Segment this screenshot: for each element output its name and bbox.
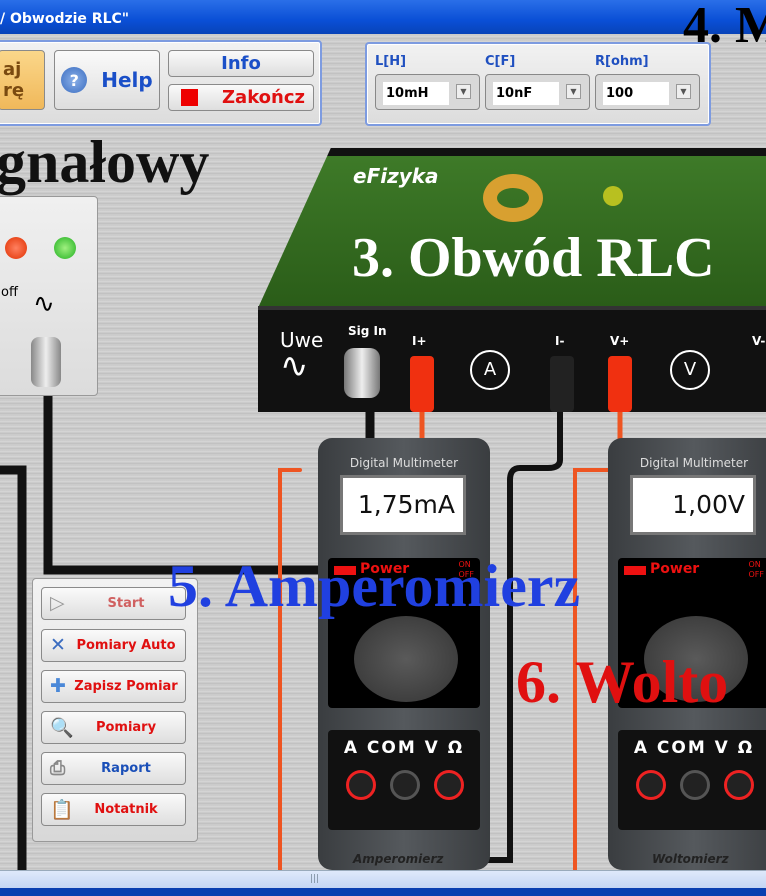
horizontal-scrollbar[interactable]: ||| (0, 870, 766, 888)
help-button[interactable]: ? Help (54, 50, 160, 110)
measurements-label: Pomiary (95, 720, 157, 735)
v-plus-label: V+ (610, 334, 630, 348)
sine-icon: ∿ (33, 289, 55, 319)
v-plus-jack[interactable] (608, 356, 632, 412)
help-icon: ? (61, 67, 88, 93)
tools-icon: ✕ (50, 634, 66, 656)
auto-measure-button[interactable]: ✕ Pomiary Auto (41, 629, 186, 662)
inductance-value: 10mH (383, 82, 449, 105)
sine-icon: ∿ (280, 346, 309, 386)
meter-header: Digital Multimeter (349, 456, 459, 470)
i-minus-jack[interactable] (550, 356, 574, 412)
plus-icon: ✚ (50, 675, 66, 697)
ground-cable (0, 465, 27, 885)
sig-in-label: Sig In (348, 324, 387, 338)
meter-jacks: A COM V Ω (328, 730, 480, 830)
orange-button-line1: aj (3, 59, 22, 80)
logo: eFizyka (353, 164, 439, 188)
capacitance-value: 10nF (493, 82, 559, 105)
window-title: / Obwodzie RLC" (0, 11, 130, 27)
jack-labels: A COM V Ω (343, 738, 465, 758)
range-knob[interactable] (354, 616, 458, 702)
meter-jacks: A COM V Ω (618, 730, 766, 830)
i-minus-label: I- (555, 334, 565, 348)
window-bottom-border (0, 888, 766, 896)
capacitor (603, 186, 623, 206)
label-ammeter: 5. Amperomierz (168, 553, 581, 619)
inductor-coil (483, 174, 543, 222)
title-bar: / Obwodzie RLC" (0, 0, 766, 34)
bnc-connector[interactable] (31, 337, 61, 387)
red-light-icon (5, 237, 27, 259)
info-label: Info (221, 53, 261, 74)
auto-measure-label: Pomiary Auto (76, 638, 176, 653)
save-measurement-button[interactable]: ✚ Zapisz Pomiar (41, 670, 186, 703)
measurements-button[interactable]: 🔍 Pomiary (41, 711, 186, 744)
jack-com[interactable] (680, 770, 710, 800)
resistance-label: R[ohm] (595, 54, 649, 69)
play-icon: ▷ (50, 592, 65, 614)
ammeter: Digital Multimeter 1,75mA Power ON OFF A … (318, 438, 490, 870)
chevron-down-icon[interactable]: ▼ (676, 84, 691, 99)
power-label: Power (650, 561, 700, 577)
jack-v-ohm[interactable] (724, 770, 754, 800)
ammeter-caption: Amperomierz (353, 852, 444, 866)
start-button[interactable]: ▷ Start (41, 587, 186, 620)
resistance-select[interactable]: 100 ▼ (595, 74, 700, 110)
chevron-down-icon[interactable]: ▼ (456, 84, 471, 99)
capacitance-select[interactable]: 10nF ▼ (485, 74, 590, 110)
meter-header: Digital Multimeter (639, 456, 749, 470)
off-label: OFF (748, 570, 765, 579)
voltmeter-symbol: V (670, 350, 710, 390)
sig-in-connector[interactable] (344, 348, 380, 398)
label-voltmeter: 6. Wolto (516, 649, 729, 715)
params-panel: L[H] 10mH ▼ C[F] 10nF ▼ R[ohm] 100 ▼ (365, 42, 711, 126)
printer-icon: ⎙ (50, 757, 66, 779)
scroll-grip-icon: ||| (310, 874, 320, 884)
meter-display: 1,00V (630, 475, 756, 535)
save-measurement-label: Zapisz Pomiar (74, 679, 178, 694)
toolbar-panel: aj rę ? Help Info Zakończ (0, 40, 322, 126)
on-label: ON (748, 560, 761, 569)
quit-label: Zakończ (222, 87, 306, 108)
notepad-button[interactable]: 📋 Notatnik (41, 793, 186, 826)
start-label: Start (107, 596, 145, 611)
info-button[interactable]: Info (168, 50, 314, 77)
chevron-down-icon[interactable]: ▼ (566, 84, 581, 99)
label-generator: gnałowy (0, 129, 210, 195)
jack-v-ohm[interactable] (434, 770, 464, 800)
v-minus-label: V- (752, 334, 766, 348)
jack-a[interactable] (346, 770, 376, 800)
label-rlc: 3. Obwód RLC (352, 227, 715, 289)
meter-display: 1,75mA (340, 475, 466, 535)
inductance-select[interactable]: 10mH ▼ (375, 74, 480, 110)
report-label: Raport (101, 761, 151, 776)
notepad-label: Notatnik (94, 802, 158, 817)
stop-icon (181, 89, 198, 106)
rlc-pcb: eFizyka 3. Obwód RLC (258, 148, 766, 308)
orange-button-line2: rę (3, 80, 25, 101)
help-label: Help (101, 68, 153, 92)
i-plus-jack[interactable] (410, 356, 434, 412)
orange-button[interactable]: aj rę (0, 50, 45, 110)
ammeter-symbol: A (470, 350, 510, 390)
green-light-icon (54, 237, 76, 259)
resistance-value: 100 (603, 82, 669, 105)
voltmeter-caption: Woltomierz (652, 852, 729, 866)
rlc-base: Uwe ∿ Sig In I+ A I- V+ V V- (258, 306, 766, 412)
capacitance-label: C[F] (485, 54, 516, 69)
jack-a[interactable] (636, 770, 666, 800)
signal-generator: off ∿ (0, 196, 98, 396)
inductance-label: L[H] (375, 54, 407, 69)
jack-com[interactable] (390, 770, 420, 800)
quit-button[interactable]: Zakończ (168, 84, 314, 111)
power-button[interactable] (624, 566, 646, 575)
on-off-labels: ON OFF (749, 560, 765, 580)
report-button[interactable]: ⎙ Raport (41, 752, 186, 785)
jack-labels: A COM V Ω (633, 738, 755, 758)
i-plus-label: I+ (412, 334, 427, 348)
off-label: off (1, 285, 18, 300)
